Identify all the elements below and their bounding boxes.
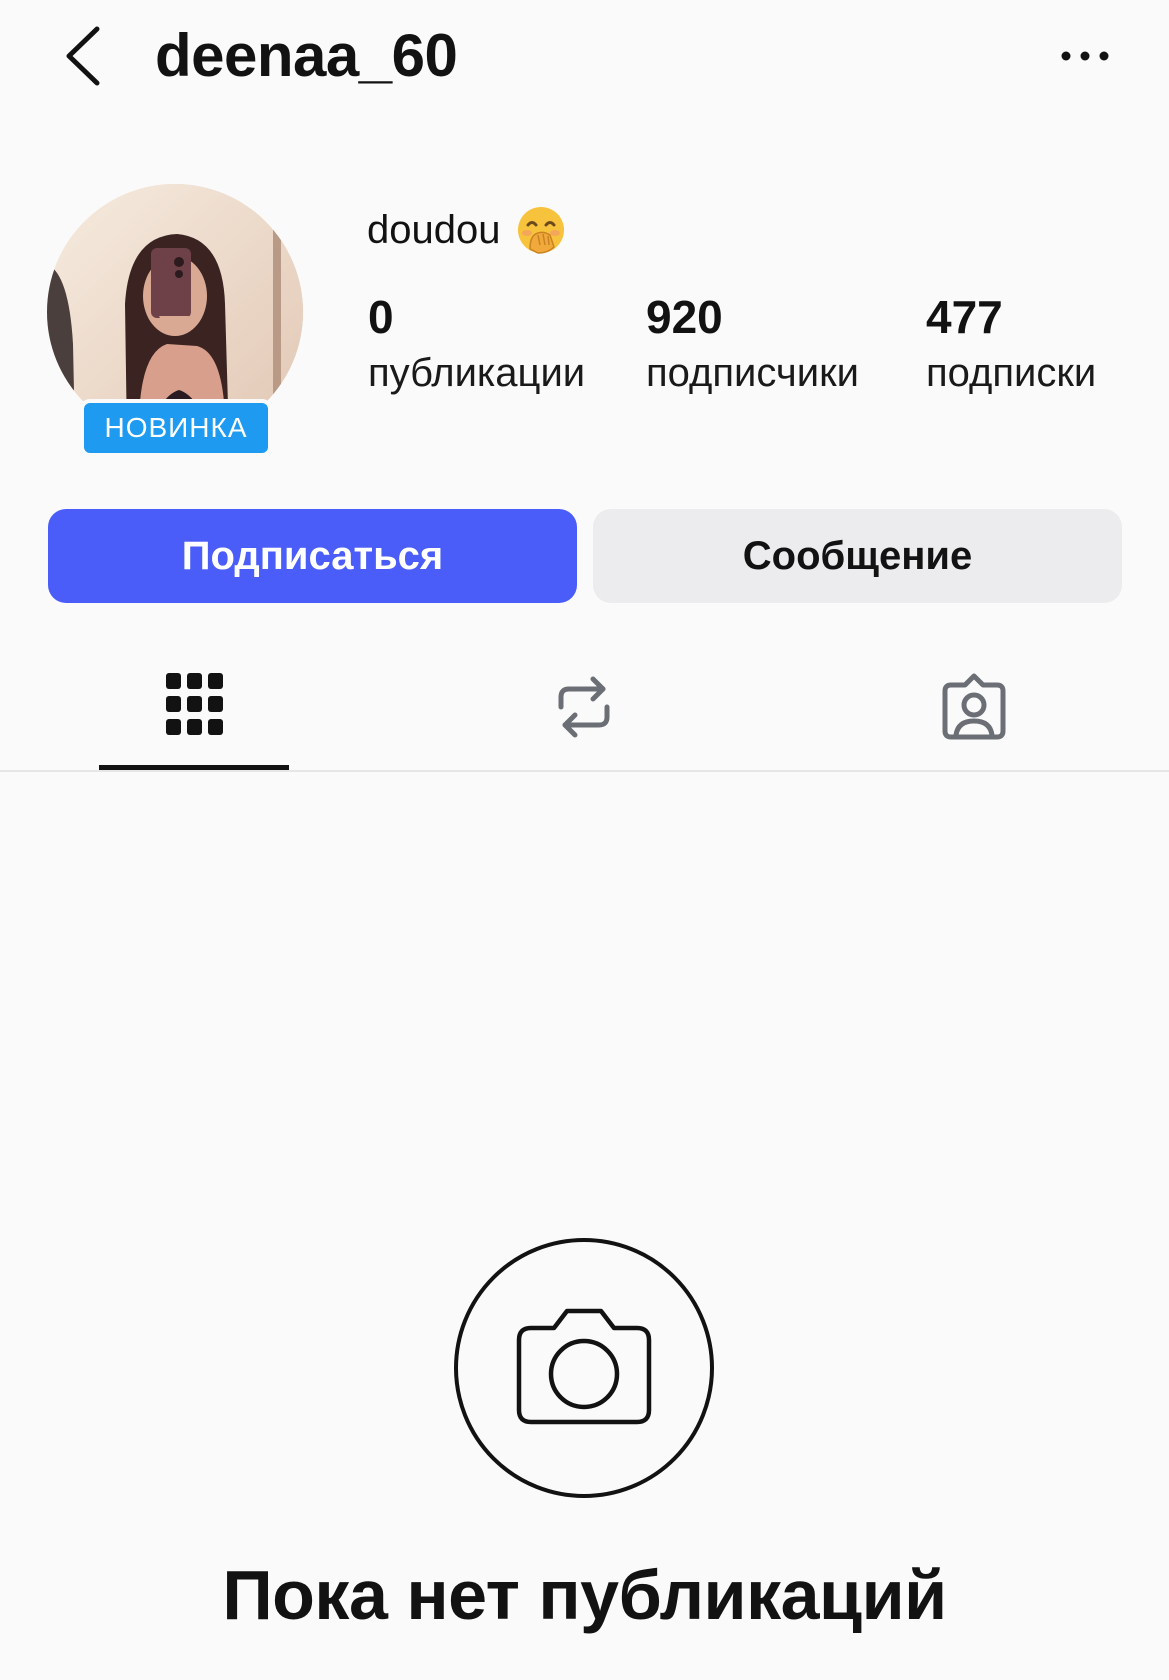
tab-tagged[interactable] [824,665,1124,770]
stat-following-count: 477 [926,291,1003,343]
stat-followers-count: 920 [646,291,723,343]
chevron-left-icon [66,26,100,86]
stat-followers-label: подписчики [646,351,859,395]
message-button[interactable]: Сообщение [593,509,1122,603]
display-name-text: doudou [367,208,501,252]
back-button[interactable] [58,22,108,90]
stat-posts[interactable]: 0 публикации [368,288,585,400]
stat-following[interactable]: 477 подписки [926,288,1096,400]
display-name: doudou [367,205,566,255]
tagged-person-icon [942,673,1006,740]
profile-username-title: deenaa_60 [155,22,458,89]
stat-following-label: подписки [926,351,1097,395]
tabs-divider [0,770,1169,772]
grid-icon [166,673,223,735]
stat-posts-label: публикации [368,351,586,395]
tab-posts-grid[interactable] [45,665,345,770]
hand-over-mouth-emoji-icon [516,205,566,255]
more-options-button[interactable] [1050,36,1120,76]
stat-posts-count: 0 [368,291,394,343]
tab-reposts[interactable] [434,665,734,770]
repost-icon [558,676,610,738]
follow-button[interactable]: Подписаться [48,509,577,603]
empty-state-camera [453,1237,715,1499]
camera-icon [454,1238,714,1498]
ellipsis-icon [1061,51,1109,61]
new-badge: НОВИНКА [80,399,272,457]
stat-followers[interactable]: 920 подписчики [646,288,859,400]
empty-state-title: Пока нет публикаций [222,1556,947,1634]
